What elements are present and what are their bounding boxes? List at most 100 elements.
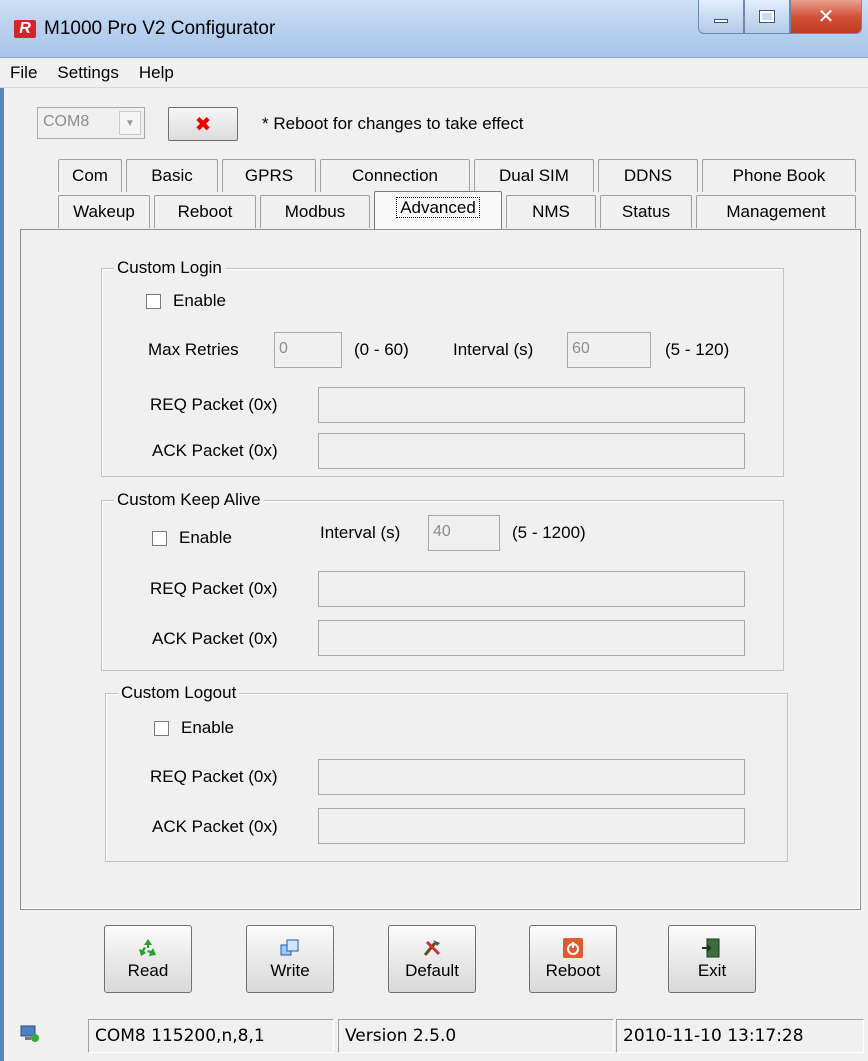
title-bar: R M1000 Pro V2 Configurator ✕ [0,0,868,58]
com-port-select[interactable]: COM8 ▼ [37,107,145,139]
read-label: Read [127,961,169,980]
write-icon [279,937,301,959]
keepalive-enable-checkbox[interactable]: Enable [152,528,232,548]
chevron-down-icon[interactable]: ▼ [119,111,141,135]
keepalive-interval-range: (5 - 1200) [512,523,586,542]
login-req-label: REQ Packet (0x) [150,395,278,414]
app-icon: R [14,20,36,38]
login-ack-packet-input[interactable] [318,433,745,469]
reboot-label: Reboot [545,961,601,980]
menu-bar: File Settings Help [0,58,868,88]
tab-reboot[interactable]: Reboot [154,195,256,228]
keepalive-req-packet-input[interactable] [318,571,745,607]
tab-advanced[interactable]: Advanced [374,191,502,229]
read-button[interactable]: Read [104,925,192,993]
close-port-button[interactable]: ✖ [168,107,238,141]
tab-dual-sim[interactable]: Dual SIM [474,159,594,192]
checkbox-box[interactable] [154,720,169,736]
logout-ack-packet-input[interactable] [318,808,745,844]
login-interval-input[interactable]: 60 [567,332,651,368]
max-retries-input[interactable]: 0 [274,332,342,368]
com-port-value: COM8 [43,113,90,130]
custom-keepalive-group: Custom Keep Alive Enable Interval (s) 40… [101,490,784,671]
tab-phone-book[interactable]: Phone Book [702,159,856,192]
status-datetime: 2010-11-10 13:17:28 [616,1019,864,1053]
tab-basic[interactable]: Basic [126,159,218,192]
checkbox-box[interactable] [146,293,161,309]
tab-label: Connection [351,166,438,185]
login-interval-label: Interval (s) [453,340,534,359]
keepalive-interval-label: Interval (s) [320,523,401,542]
menu-help[interactable]: Help [139,63,174,83]
custom-login-group: Custom Login Enable Max Retries 0 (0 - 6… [101,258,784,477]
connection-status-icon [20,1025,40,1043]
tab-label: Reboot [177,202,233,221]
tab-label: DDNS [623,166,673,185]
tab-status[interactable]: Status [600,195,692,228]
logout-enable-checkbox[interactable]: Enable [154,718,234,738]
tab-modbus[interactable]: Modbus [260,195,370,228]
tab-panel-advanced: Custom Login Enable Max Retries 0 (0 - 6… [20,229,861,910]
tab-connection[interactable]: Connection [320,159,470,192]
tab-com[interactable]: Com [58,159,122,192]
close-x-icon: ✖ [194,113,212,136]
tab-label: Basic [151,166,193,185]
minimize-icon [714,18,728,23]
group-title: Custom Keep Alive [114,490,264,510]
keepalive-ack-packet-input[interactable] [318,620,745,656]
window-controls: ✕ [698,0,862,34]
tools-icon [421,937,443,959]
menu-file[interactable]: File [10,63,37,83]
tab-label: Modbus [284,202,346,221]
max-retries-label: Max Retries [148,340,239,359]
tab-label: GPRS [244,166,294,185]
tab-label: Wakeup [73,202,135,221]
keepalive-ack-label: ACK Packet (0x) [152,629,278,648]
keepalive-req-label: REQ Packet (0x) [150,579,278,598]
tab-management[interactable]: Management [696,195,856,228]
tab-label: Management [726,202,826,221]
login-ack-label: ACK Packet (0x) [152,441,278,460]
status-bar: COM8 115200,n,8,1 Version 2.5.0 2010-11-… [4,1011,868,1061]
max-retries-range: (0 - 60) [354,340,409,359]
reboot-note: * Reboot for changes to take effect [262,114,524,133]
tab-gprs[interactable]: GPRS [222,159,316,192]
custom-logout-group: Custom Logout Enable REQ Packet (0x) ACK… [105,683,788,862]
login-interval-range: (5 - 120) [665,340,730,359]
tab-label: Advanced [396,197,480,218]
menu-settings[interactable]: Settings [57,63,118,83]
tab-label: Status [621,202,671,221]
exit-button[interactable]: Exit [668,925,756,993]
tab-ddns[interactable]: DDNS [598,159,698,192]
maximize-button[interactable] [744,0,790,34]
custom-login-enable-checkbox[interactable]: Enable [146,291,226,311]
maximize-icon [759,10,775,23]
exit-label: Exit [697,961,727,980]
tab-nms[interactable]: NMS [506,195,596,228]
default-label: Default [405,961,459,980]
group-title: Custom Login [114,258,225,278]
reboot-button[interactable]: Reboot [529,925,617,993]
minimize-button[interactable] [698,0,744,34]
close-window-button[interactable]: ✕ [790,0,862,34]
logout-ack-label: ACK Packet (0x) [152,817,278,836]
tab-label: Dual SIM [499,166,569,185]
default-button[interactable]: Default [388,925,476,993]
checkbox-label: Enable [179,528,232,547]
logout-req-label: REQ Packet (0x) [150,767,278,786]
checkbox-box[interactable] [152,530,167,546]
write-label: Write [270,961,310,980]
tab-wakeup[interactable]: Wakeup [58,195,150,228]
status-version: Version 2.5.0 [338,1019,614,1053]
write-button[interactable]: Write [246,925,334,993]
close-icon: ✕ [817,6,835,28]
login-req-packet-input[interactable] [318,387,745,423]
tab-label: Com [72,166,108,185]
recycle-icon [137,937,159,959]
tab-label: Phone Book [732,166,826,185]
window-title: M1000 Pro V2 Configurator [44,18,276,39]
logout-req-packet-input[interactable] [318,759,745,795]
checkbox-label: Enable [173,291,226,310]
window-frame [0,58,4,1061]
keepalive-interval-input[interactable]: 40 [428,515,500,551]
